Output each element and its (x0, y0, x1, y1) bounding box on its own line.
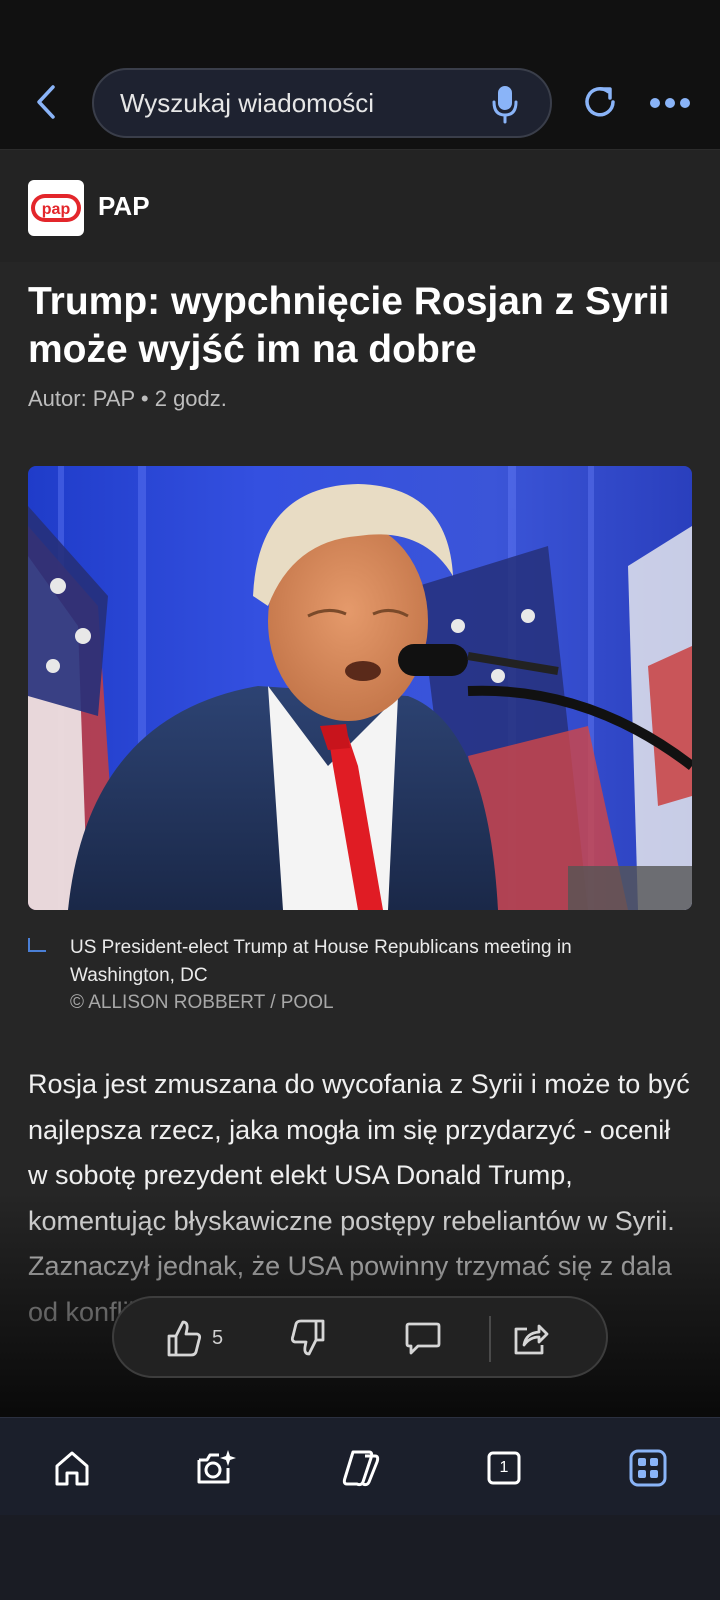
nav-home[interactable] (50, 1446, 94, 1490)
publisher-logo-text: pap (42, 201, 71, 218)
article-title: Trump: wypchnięcie Rosjan z Syrii może w… (28, 280, 670, 371)
thumbs-up-icon (167, 1320, 202, 1357)
nav-apps[interactable] (626, 1446, 670, 1490)
article-container: Trump: wypchnięcie Rosjan z Syrii może w… (0, 262, 720, 1417)
apps-grid-icon (629, 1449, 667, 1487)
caption-marker (28, 938, 46, 952)
article-byline: Autor: PAP • 2 godz. (28, 386, 227, 411)
home-icon (55, 1451, 89, 1486)
article-hero-image[interactable] (28, 466, 692, 910)
image-credit: © ALLISON ROBBERT / POOL (70, 992, 334, 1013)
bottom-navigation: 1 (0, 1417, 720, 1515)
refresh-icon (585, 87, 615, 117)
back-button[interactable] (28, 82, 64, 122)
more-options-button[interactable] (648, 96, 692, 110)
publisher-header[interactable]: pap PAP (0, 150, 720, 262)
microphone-icon (492, 86, 518, 124)
camera-sparkle-icon (197, 1450, 236, 1484)
like-count: 5 (212, 1326, 224, 1349)
like-button[interactable]: 5 (166, 1316, 223, 1360)
dislike-button[interactable] (290, 1316, 326, 1360)
share-icon (514, 1324, 549, 1355)
tab-count: 1 (499, 1459, 509, 1476)
search-placeholder: Wyszukaj wiadomości (120, 87, 375, 118)
copilot-icon (342, 1450, 380, 1487)
nav-copilot[interactable] (338, 1446, 382, 1490)
actions-divider (489, 1316, 491, 1362)
refresh-button[interactable] (580, 82, 620, 122)
more-dots-icon (650, 98, 690, 108)
publisher-logo: pap (28, 180, 84, 236)
nav-camera-search[interactable] (194, 1446, 238, 1490)
publisher-name: PAP (98, 191, 150, 221)
comment-icon (405, 1322, 441, 1355)
comment-button[interactable] (404, 1316, 442, 1360)
back-arrow-icon (37, 85, 55, 119)
system-gesture-area (0, 1515, 720, 1600)
search-input[interactable]: Wyszukaj wiadomości (92, 68, 552, 138)
voice-search-button[interactable] (490, 84, 520, 124)
top-bar: Wyszukaj wiadomości (0, 0, 720, 150)
image-caption: US President-elect Trump at House Republ… (70, 937, 572, 986)
article-actions-bar: 5 (112, 1296, 608, 1378)
nav-tabs[interactable]: 1 (482, 1446, 526, 1490)
thumbs-down-icon (290, 1319, 325, 1356)
share-button[interactable] (512, 1316, 550, 1360)
